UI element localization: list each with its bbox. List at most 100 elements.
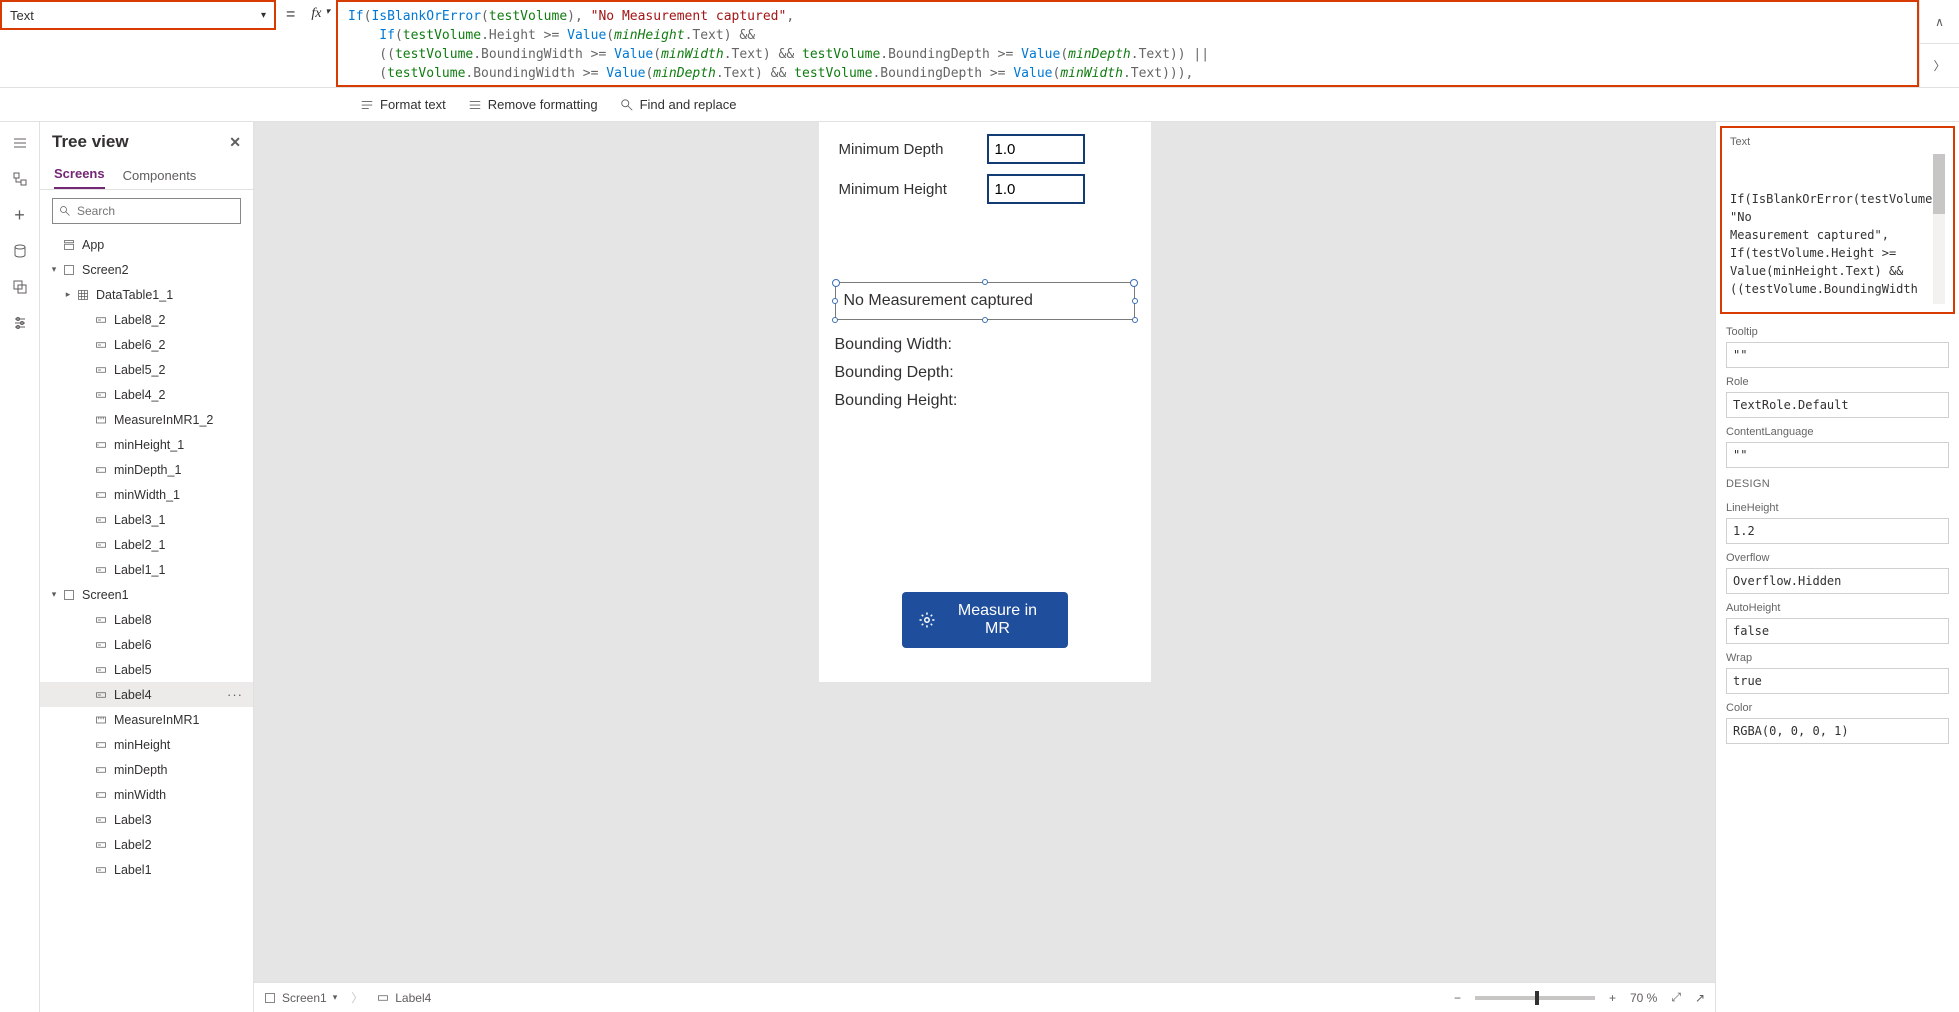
- tree-node-Label6_2[interactable]: Label6_2: [40, 332, 253, 357]
- label-icon: [94, 688, 108, 702]
- label-icon: [94, 338, 108, 352]
- app-canvas[interactable]: Minimum Depth Minimum Height No Measurem…: [819, 122, 1151, 682]
- tree-node-label: Label3_1: [114, 513, 165, 527]
- tree-node-Label2[interactable]: Label2: [40, 832, 253, 857]
- tree-node-label: minHeight_1: [114, 438, 184, 452]
- measure-icon: [94, 413, 108, 427]
- label-icon: [94, 638, 108, 652]
- hamburger-icon[interactable]: [11, 134, 29, 152]
- tree-node-minDepth[interactable]: minDepth: [40, 757, 253, 782]
- prop-lineheight-label: LineHeight: [1716, 494, 1959, 518]
- tab-components[interactable]: Components: [123, 168, 197, 189]
- tree-view-title: Tree view: [52, 132, 129, 152]
- equals-sign: =: [276, 0, 305, 87]
- tree-view-icon[interactable]: [11, 170, 29, 188]
- formula-expand-icon[interactable]: 〉: [1920, 43, 1959, 87]
- zoom-slider[interactable]: [1475, 996, 1595, 1000]
- tree-node-Label3[interactable]: Label3: [40, 807, 253, 832]
- tab-screens[interactable]: Screens: [54, 166, 105, 189]
- app-icon: [62, 238, 76, 252]
- measure-in-mr-button[interactable]: Measure in MR: [902, 592, 1068, 648]
- tree-node-App[interactable]: App: [40, 232, 253, 257]
- popout-icon[interactable]: ↗: [1695, 991, 1705, 1005]
- prop-text-value[interactable]: If(IsBlankOrError(testVolume), "No Measu…: [1730, 154, 1945, 304]
- tree-node-Label1[interactable]: Label1: [40, 857, 253, 882]
- formula-toolbar: Format text Remove formatting Find and r…: [0, 88, 1959, 122]
- prop-autoheight-value[interactable]: false: [1726, 618, 1949, 644]
- text-scrollbar[interactable]: [1933, 154, 1945, 304]
- tree-node-label: MeasureInMR1_2: [114, 413, 213, 427]
- prop-color-value[interactable]: RGBA(0, 0, 0, 1): [1726, 718, 1949, 744]
- tree-node-minHeight[interactable]: minHeight: [40, 732, 253, 757]
- tree-node-Screen1[interactable]: ▾ Screen1: [40, 582, 253, 607]
- tree-node-Label6[interactable]: Label6: [40, 632, 253, 657]
- tree-node-minDepth_1[interactable]: minDepth_1: [40, 457, 253, 482]
- prop-overflow-value[interactable]: Overflow.Hidden: [1726, 568, 1949, 594]
- tree-node-Label4[interactable]: Label4 ···: [40, 682, 253, 707]
- tree-node-Label4_2[interactable]: Label4_2: [40, 382, 253, 407]
- min-height-label: Minimum Height: [839, 181, 987, 198]
- zoom-in-icon[interactable]: +: [1609, 991, 1616, 1005]
- prop-overflow-label: Overflow: [1716, 544, 1959, 568]
- tree-node-Label5[interactable]: Label5: [40, 657, 253, 682]
- tree-node-minHeight_1[interactable]: minHeight_1: [40, 432, 253, 457]
- expand-icon[interactable]: ▾: [48, 264, 60, 275]
- formula-editor[interactable]: If(IsBlankOrError(testVolume), "No Measu…: [336, 0, 1919, 87]
- properties-panel: Text If(IsBlankOrError(testVolume), "No …: [1715, 122, 1959, 1012]
- label-icon: [94, 838, 108, 852]
- find-replace-button[interactable]: Find and replace: [620, 97, 737, 112]
- formula-bar: Text ▾ = fx▾ If(IsBlankOrError(testVolum…: [0, 0, 1959, 88]
- more-icon[interactable]: ···: [227, 687, 243, 702]
- tree-node-Label1_1[interactable]: Label1_1: [40, 557, 253, 582]
- prop-role-value[interactable]: TextRole.Default: [1726, 392, 1949, 418]
- fx-label[interactable]: fx▾: [305, 0, 336, 87]
- label-icon: [94, 513, 108, 527]
- tree-node-label: DataTable1_1: [96, 288, 173, 302]
- tree-node-Label8_2[interactable]: Label8_2: [40, 307, 253, 332]
- property-selector-text: Text: [10, 8, 34, 23]
- expand-icon[interactable]: ▸: [62, 289, 74, 300]
- prop-tooltip-label: Tooltip: [1716, 318, 1959, 342]
- min-height-input[interactable]: [987, 174, 1085, 204]
- min-depth-input[interactable]: [987, 134, 1085, 164]
- tree-node-Label5_2[interactable]: Label5_2: [40, 357, 253, 382]
- tree-node-minWidth_1[interactable]: minWidth_1: [40, 482, 253, 507]
- close-icon[interactable]: ✕: [229, 134, 241, 151]
- tree-node-label: Label4_2: [114, 388, 165, 402]
- expand-icon[interactable]: ▾: [48, 589, 60, 600]
- tree-node-label: Label5: [114, 663, 152, 677]
- tree-node-minWidth[interactable]: minWidth: [40, 782, 253, 807]
- tree-node-MeasureInMR1_2[interactable]: MeasureInMR1_2: [40, 407, 253, 432]
- format-text-button[interactable]: Format text: [360, 97, 446, 112]
- prop-tooltip-value[interactable]: "": [1726, 342, 1949, 368]
- formula-collapse-icon[interactable]: ∧: [1920, 0, 1959, 43]
- tree-node-DataTable1_1[interactable]: ▸ DataTable1_1: [40, 282, 253, 307]
- prop-lang-value[interactable]: "": [1726, 442, 1949, 468]
- settings-icon[interactable]: [11, 314, 29, 332]
- tree-node-MeasureInMR1[interactable]: MeasureInMR1: [40, 707, 253, 732]
- remove-formatting-button[interactable]: Remove formatting: [468, 97, 598, 112]
- zoom-out-icon[interactable]: −: [1454, 991, 1461, 1005]
- insert-icon[interactable]: +: [11, 206, 29, 224]
- tree-node-Label2_1[interactable]: Label2_1: [40, 532, 253, 557]
- breadcrumb-screen[interactable]: Screen1▾: [264, 991, 337, 1005]
- property-selector[interactable]: Text ▾: [0, 0, 276, 30]
- tree-node-Label3_1[interactable]: Label3_1: [40, 507, 253, 532]
- media-icon[interactable]: [11, 278, 29, 296]
- prop-wrap-value[interactable]: true: [1726, 668, 1949, 694]
- prop-text-label: Text: [1730, 136, 1945, 148]
- fit-to-window-icon[interactable]: ⤢: [1671, 990, 1681, 1005]
- design-section-header: DESIGN: [1716, 468, 1959, 494]
- tree-node-label: minHeight: [114, 738, 170, 752]
- tree-node-label: Screen1: [82, 588, 129, 602]
- tree-search[interactable]: [52, 198, 241, 224]
- breadcrumb-control[interactable]: Label4: [377, 991, 431, 1005]
- prop-lineheight-value[interactable]: 1.2: [1726, 518, 1949, 544]
- selected-label-control[interactable]: No Measurement captured: [835, 282, 1135, 320]
- tree-search-input[interactable]: [77, 204, 234, 218]
- tree-node-label: minWidth: [114, 788, 166, 802]
- tree-node-Label8[interactable]: Label8: [40, 607, 253, 632]
- tree-node-Screen2[interactable]: ▾ Screen2: [40, 257, 253, 282]
- data-icon[interactable]: [11, 242, 29, 260]
- label-icon: [94, 613, 108, 627]
